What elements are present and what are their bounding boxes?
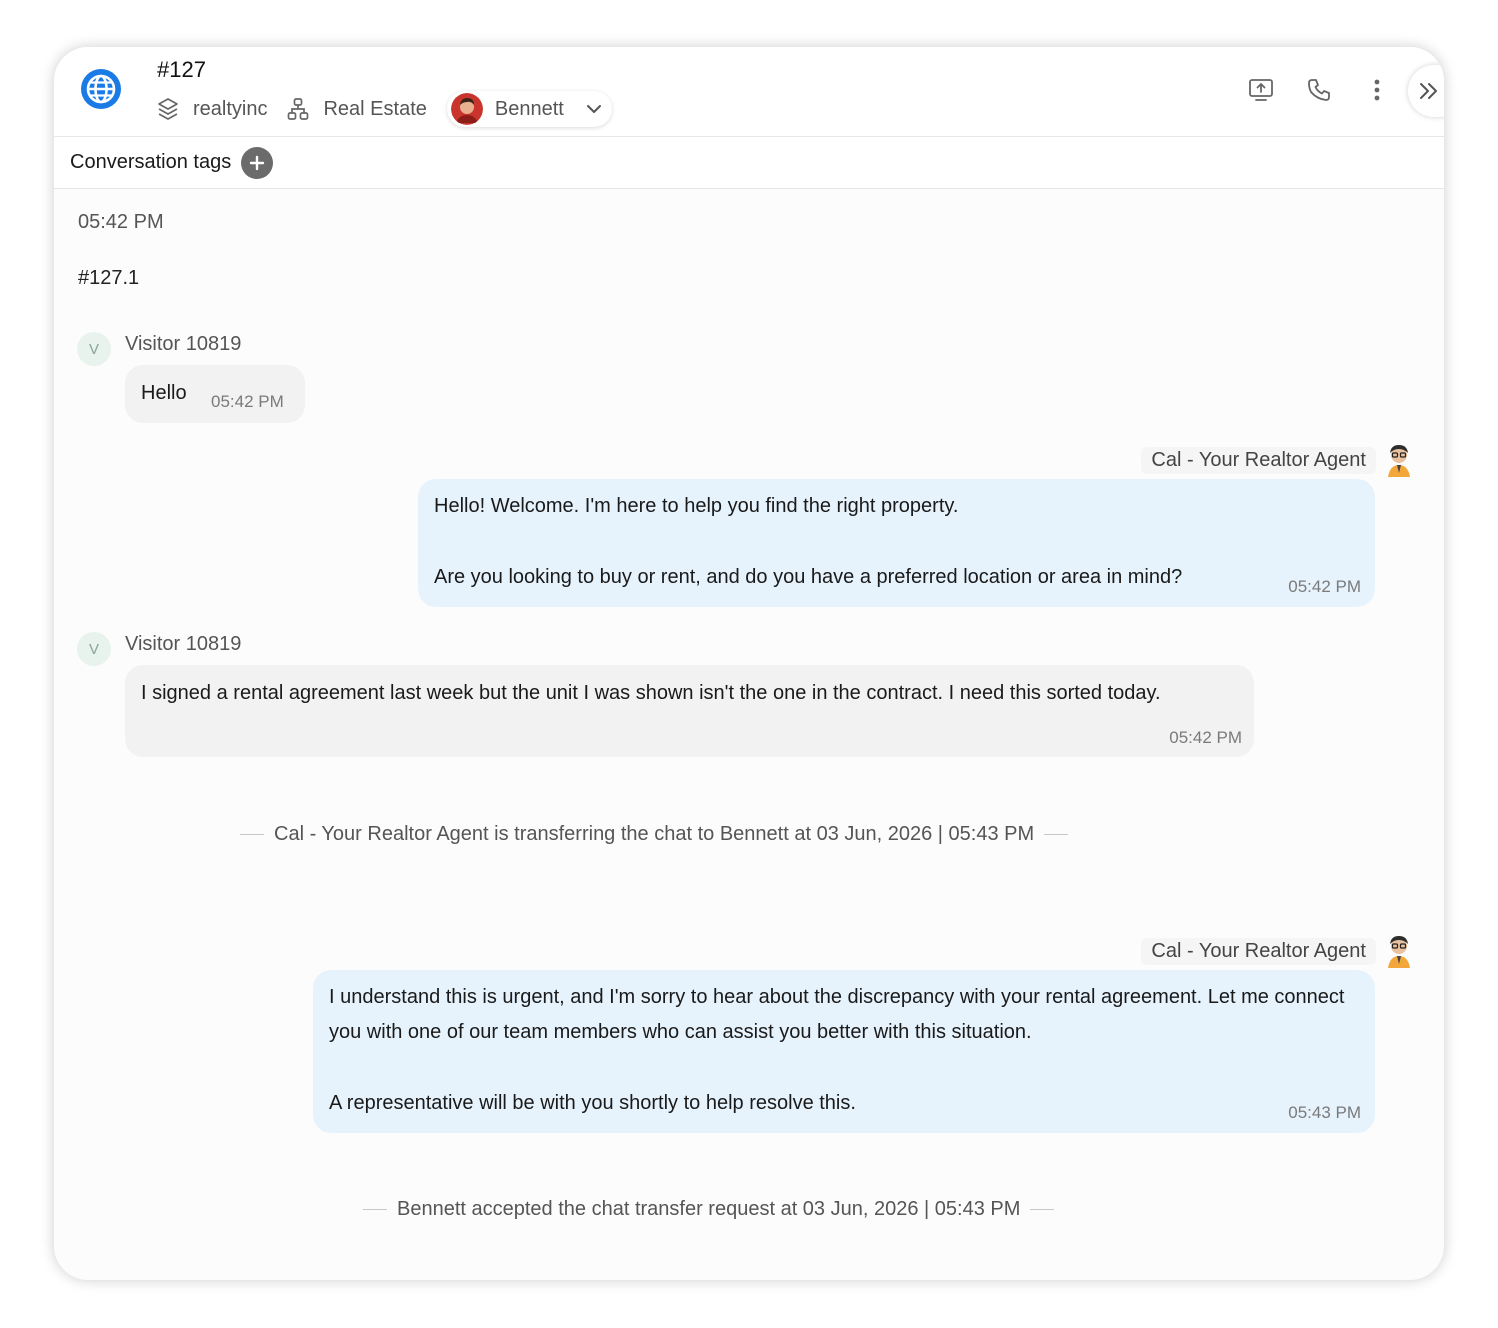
conversation-tags-label: Conversation tags (70, 151, 232, 173)
chevron-down-icon (586, 105, 601, 113)
transfer-suffix: at 03 Jun, 2026 | 05:43 PM (794, 823, 1035, 845)
transfer-from: Cal - Your Realtor Agent (274, 823, 489, 845)
bot-message-bubble: I understand this is urgent, and I'm sor… (313, 970, 1375, 1133)
transfer-accepted-text: Bennett accepted the chat transfer reque… (397, 1198, 1021, 1220)
conversation-tags-bar: Conversation tags (54, 137, 1444, 189)
plus-icon (250, 155, 265, 170)
collapse-panel-button[interactable] (1408, 65, 1444, 117)
bot-name: Cal - Your Realtor Agent (1141, 446, 1376, 474)
conversation-meta: realtyinc Real Estate Bennett (157, 91, 612, 127)
more-options-button[interactable] (1362, 75, 1392, 105)
message-text: Hello (141, 382, 187, 404)
department-label: Real Estate (323, 97, 427, 120)
visitor-name: Visitor 10819 (125, 333, 242, 355)
assigned-agent-dropdown[interactable]: Bennett (446, 91, 612, 127)
conversation-id: #127 (157, 57, 206, 82)
divider (240, 834, 264, 835)
visitor-message-bubble: I signed a rental agreement last week bu… (125, 665, 1254, 757)
bot-sender-row: Cal - Your Realtor Agent (1141, 443, 1414, 477)
visitor-avatar: V (77, 332, 111, 366)
message-paragraph: A representative will be with you shortl… (329, 1092, 856, 1114)
divider (363, 1209, 387, 1210)
transfer-middle: is transferring the chat to (494, 823, 715, 845)
sub-conversation-id: #127.1 (78, 267, 140, 289)
workspace-item: realtyinc (157, 97, 267, 121)
globe-icon (81, 69, 121, 109)
message-time: 05:42 PM (211, 392, 284, 411)
transfer-event: Cal - Your Realtor Agent is transferring… (240, 823, 1069, 846)
call-button[interactable] (1304, 75, 1334, 105)
screen-share-icon (1249, 79, 1273, 101)
bot-avatar-icon (1388, 445, 1410, 477)
visitor-avatar: V (77, 632, 111, 666)
screen-share-button[interactable] (1246, 75, 1276, 105)
message-time: 05:42 PM (1169, 728, 1242, 747)
phone-icon (1308, 79, 1330, 101)
message-paragraph: I understand this is urgent, and I'm sor… (329, 986, 1345, 1043)
header-actions (1218, 75, 1392, 105)
conversation-header: #127 realtyinc Real Estate Bennett (54, 47, 1444, 137)
workspace-label: realtyinc (193, 97, 268, 120)
bot-name: Cal - Your Realtor Agent (1141, 937, 1376, 965)
add-tag-button[interactable] (241, 146, 274, 179)
transfer-event-text: Cal - Your Realtor Agent is transferring… (274, 823, 1034, 846)
department-item: Real Estate (287, 97, 427, 121)
visitor-message-bubble: Hello 05:42 PM (125, 365, 305, 423)
more-vertical-icon (1374, 79, 1380, 101)
bot-avatar-icon (1388, 936, 1410, 968)
message-text: I signed a rental agreement last week bu… (141, 682, 1161, 704)
visitor-name: Visitor 10819 (125, 633, 242, 655)
message-paragraph: Are you looking to buy or rent, and do y… (434, 566, 1183, 588)
org-chart-icon (288, 98, 309, 120)
agent-avatar (450, 93, 483, 125)
bot-message-bubble: Hello! Welcome. I'm here to help you fin… (418, 479, 1375, 607)
message-time: 05:42 PM (1288, 577, 1361, 596)
bot-sender-row: Cal - Your Realtor Agent (1141, 934, 1414, 968)
assigned-agent-name: Bennett (494, 97, 564, 120)
message-time: 05:43 PM (1288, 1103, 1361, 1122)
message-paragraph: Hello! Welcome. I'm here to help you fin… (434, 495, 959, 517)
divider (1030, 1209, 1055, 1210)
divider (1044, 834, 1069, 835)
conversation-start-time: 05:42 PM (78, 211, 164, 233)
chat-window: #127 realtyinc Real Estate Bennett Conve… (54, 47, 1444, 1280)
transfer-accepted-event: Bennett accepted the chat transfer reque… (363, 1198, 1055, 1221)
double-chevron-right-icon (1420, 83, 1437, 99)
layers-icon (158, 98, 178, 120)
transfer-to: Bennett (719, 823, 789, 845)
